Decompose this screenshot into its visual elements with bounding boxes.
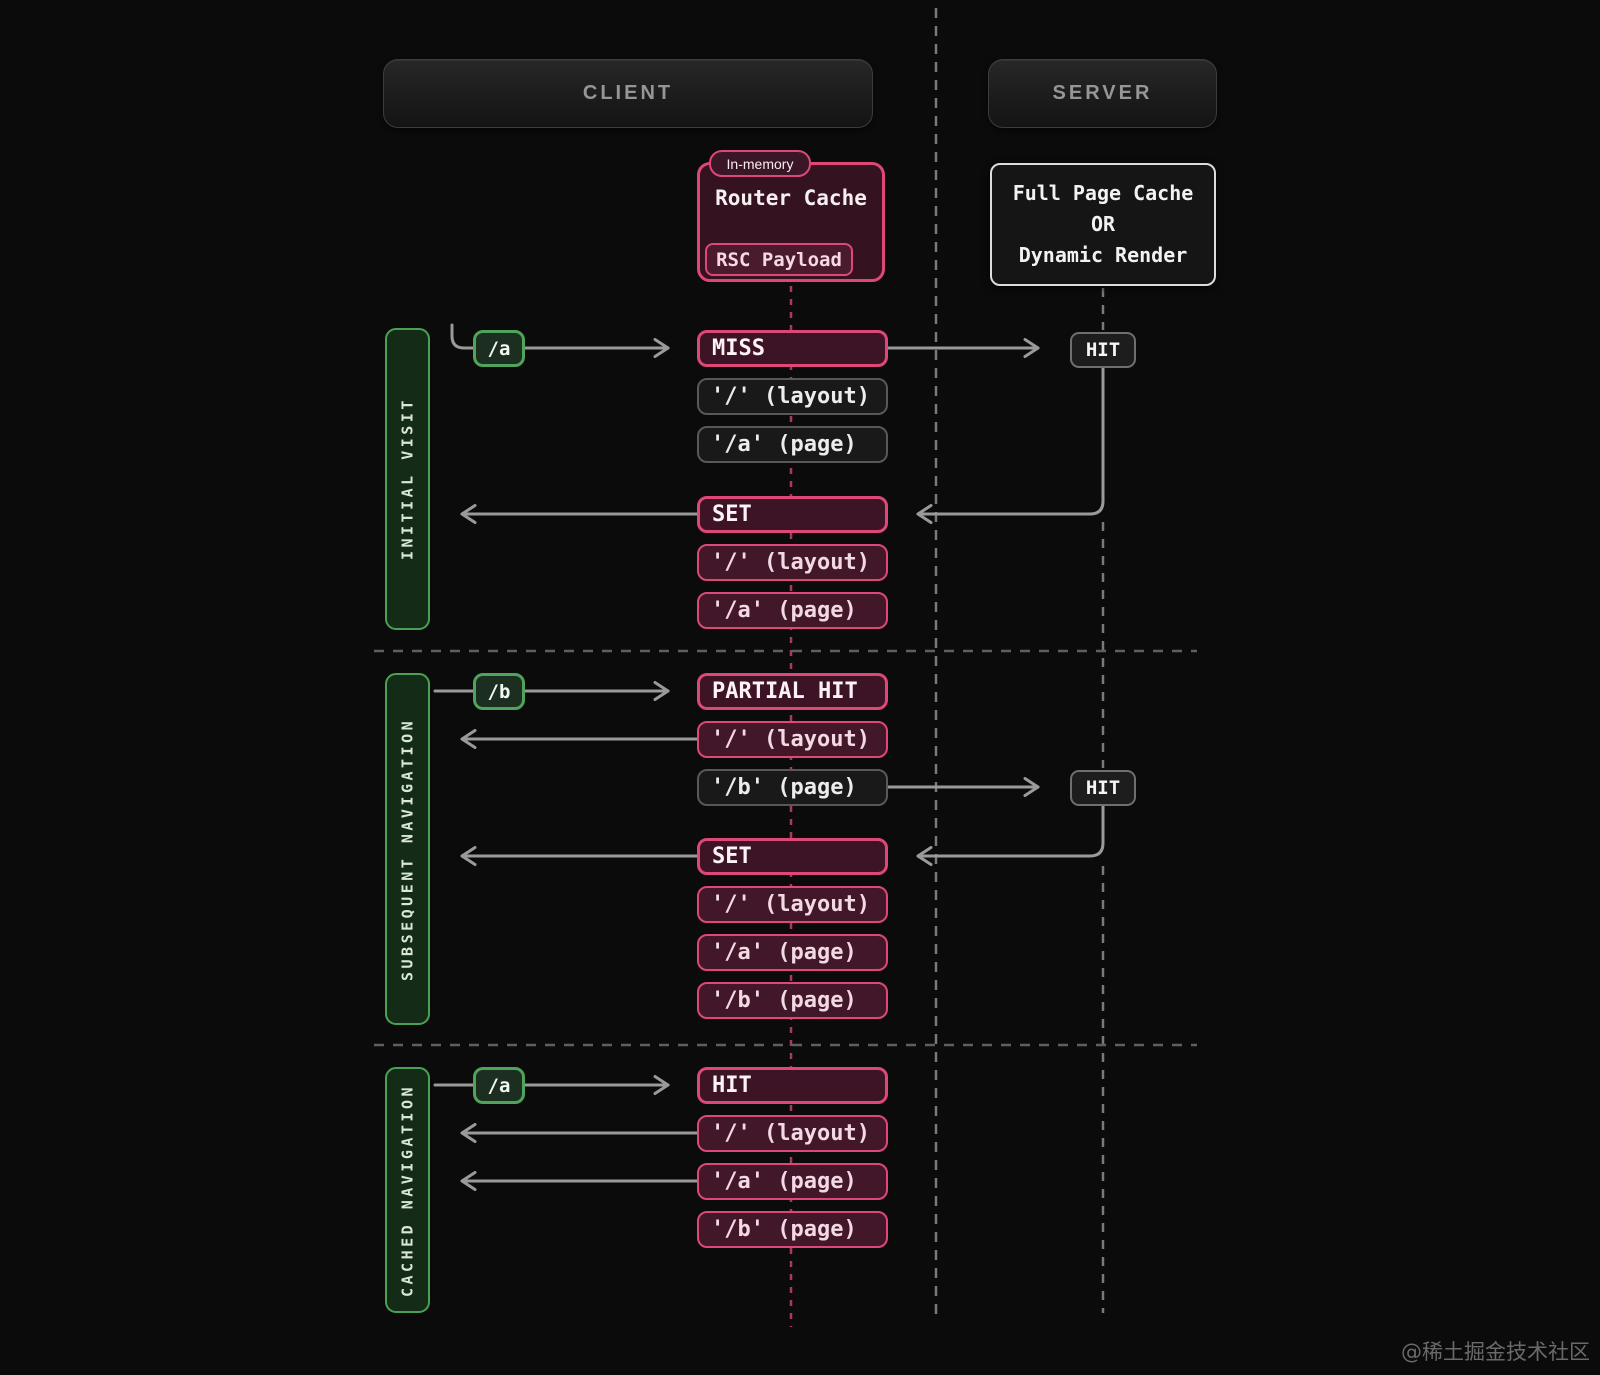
cache-action-set-2: SET [697,838,888,875]
segment-a-page: '/a' (page) [697,426,888,463]
server-hit-badge-initial: HIT [1070,332,1136,368]
rsc-payload-chip: RSC Payload [705,243,853,276]
in-memory-badge-label: In-memory [727,156,794,172]
server-header-label: SERVER [1053,82,1153,105]
cache-status-hit: HIT [697,1067,888,1104]
diagram-canvas: CLIENT SERVER In-memory Router Cache RSC… [0,0,1600,1375]
watermark: @稀土掘金技术社区 [1370,1336,1590,1366]
cached-segment-a-page: '/a' (page) [697,592,888,629]
arrow-server-hit-to-set [918,368,1103,514]
section-label-subsequent-navigation: SUBSEQUENT NAVIGATION [385,673,430,1025]
cached-segment-b-page-2: '/b' (page) [697,1211,888,1248]
server-header: SERVER [988,59,1217,128]
full-page-cache-line1: Full Page Cache [1013,178,1194,209]
cached-segment-a-page-2: '/a' (page) [697,934,888,971]
cached-segment-root-layout-2: '/' (layout) [697,721,888,758]
in-memory-badge: In-memory [709,150,811,177]
cached-segment-a-page-3: '/a' (page) [697,1163,888,1200]
section-label-cached-navigation: CACHED NAVIGATION [385,1067,430,1313]
request-badge-a-cached: /a [473,1067,525,1104]
cached-segment-root-layout-4: '/' (layout) [697,1115,888,1152]
rsc-payload-label: RSC Payload [716,249,842,271]
cache-status-miss: MISS [697,330,888,367]
cache-action-set: SET [697,496,888,533]
cached-segment-root-layout: '/' (layout) [697,544,888,581]
segment-root-layout: '/' (layout) [697,378,888,415]
router-cache-title: Router Cache [697,186,885,210]
server-hit-badge-subsequent: HIT [1070,770,1136,806]
full-page-cache-line3: Dynamic Render [1019,240,1188,271]
full-page-cache-box: Full Page Cache OR Dynamic Render [990,163,1216,286]
cached-segment-root-layout-3: '/' (layout) [697,886,888,923]
request-badge-b-subsequent: /b [473,673,525,710]
client-header-label: CLIENT [583,82,673,105]
arrow-server-hit-to-set-2 [918,806,1103,856]
client-header: CLIENT [383,59,873,128]
full-page-cache-line2: OR [1091,209,1115,240]
cached-segment-b-page: '/b' (page) [697,982,888,1019]
section-label-initial-visit: INITIAL VISIT [385,328,430,630]
segment-b-page: '/b' (page) [697,769,888,806]
request-badge-a-initial: /a [473,330,525,367]
cache-status-partial-hit: PARTIAL HIT [697,673,888,710]
